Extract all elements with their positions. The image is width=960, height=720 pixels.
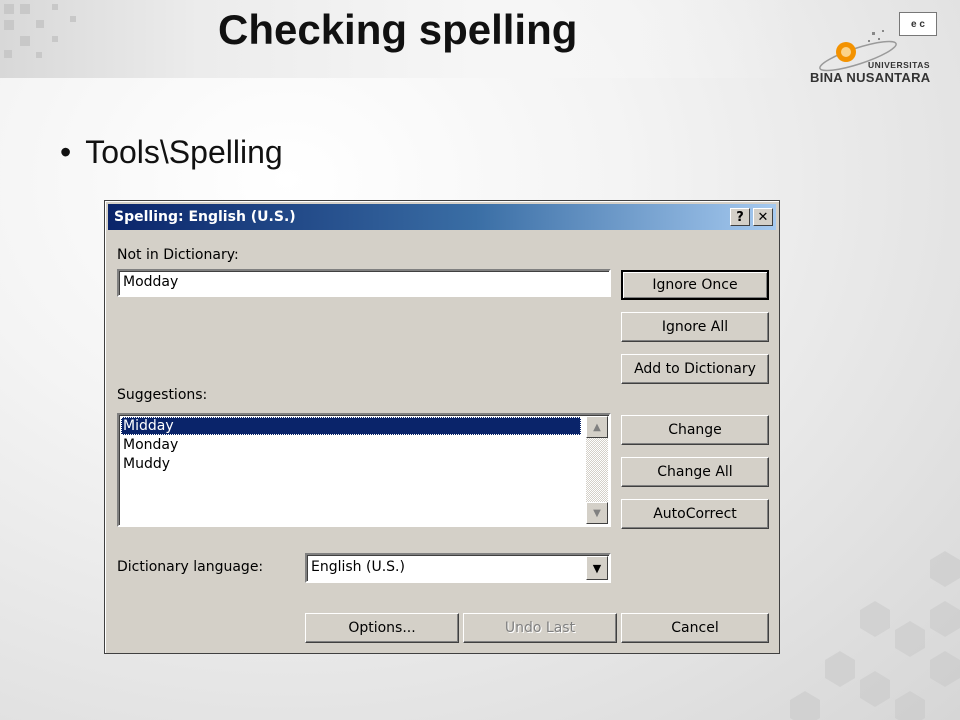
autocorrect-button[interactable]: AutoCorrect [621,499,769,529]
logo-line-universitas: UNIVERSITAS [868,60,931,70]
corner-dots-decoration [4,4,76,58]
dialog-titlebar[interactable]: Spelling: English (U.S.) ? ✕ [108,204,776,230]
change-button[interactable]: Change [621,415,769,445]
suggestions-scrollbar[interactable]: ▲ ▼ [586,416,608,524]
undo-last-button: Undo Last [463,613,617,643]
list-item-suggestion[interactable]: Monday [121,436,581,454]
not-in-dictionary-value: Modday [123,274,179,290]
suggestions-list[interactable]: Midday Monday Muddy ▲ ▼ [117,413,611,527]
corner-badge-icon: e c [899,12,937,36]
dialog-title: Spelling: English (U.S.) [114,209,296,225]
bullet-text: Tools\Spelling [85,134,283,170]
cancel-button[interactable]: Cancel [621,613,769,643]
suggestions-label: Suggestions: [117,387,208,403]
help-button[interactable]: ? [730,208,750,226]
list-item-suggestion[interactable]: Midday [121,417,581,435]
bullet-dot-icon: • [60,134,72,170]
change-all-button[interactable]: Change All [621,457,769,487]
not-in-dictionary-field[interactable]: Modday [117,269,611,297]
bullet-point: • Tools\Spelling [60,134,283,171]
spelling-dialog: Spelling: English (U.S.) ? ✕ Not in Dict… [104,200,780,654]
options-button[interactable]: Options... [305,613,459,643]
chevron-down-icon[interactable]: ▼ [586,556,608,580]
dictionary-language-value: English (U.S.) [311,559,405,575]
dictionary-language-label: Dictionary language: [117,559,264,575]
dictionary-language-select[interactable]: English (U.S.) ▼ [305,553,611,583]
scroll-down-arrow-icon[interactable]: ▼ [586,502,608,524]
close-button[interactable]: ✕ [753,208,773,226]
logo-line-bina-nusantara: BINA NUSANTARA [810,70,931,85]
list-item-suggestion[interactable]: Muddy [121,455,581,473]
add-to-dictionary-button[interactable]: Add to Dictionary [621,354,769,384]
slide-title: Checking spelling [218,6,578,53]
ignore-once-button[interactable]: Ignore Once [621,270,769,300]
ignore-all-button[interactable]: Ignore All [621,312,769,342]
not-in-dictionary-label: Not in Dictionary: [117,247,239,263]
scroll-up-arrow-icon[interactable]: ▲ [586,416,608,438]
